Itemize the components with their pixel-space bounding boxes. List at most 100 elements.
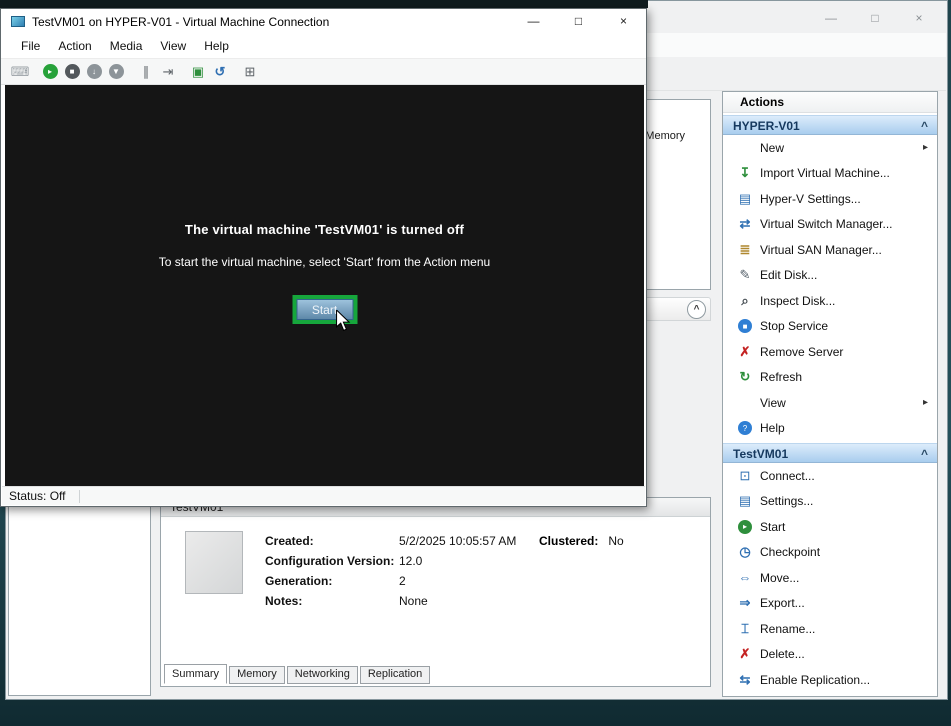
- export-action[interactable]: ⇒Export...: [723, 591, 937, 617]
- virtual-switch-icon: ⇄: [737, 216, 753, 232]
- enable-replication-action[interactable]: ⇆Enable Replication...: [723, 667, 937, 693]
- close-button[interactable]: ×: [897, 5, 941, 31]
- submenu-arrow-icon: ▸: [923, 397, 928, 408]
- detail-field: Notes:None: [265, 591, 516, 611]
- edit-disk-action[interactable]: ✎Edit Disk...: [723, 263, 937, 289]
- vm-off-message: The virtual machine 'TestVM01' is turned…: [5, 222, 644, 237]
- collapse-section-button[interactable]: ^: [687, 300, 706, 319]
- actions-group-testvm01[interactable]: TestVM01^: [723, 443, 937, 463]
- details-tabs: SummaryMemoryNetworkingReplication: [164, 664, 432, 684]
- menu-file[interactable]: File: [12, 39, 49, 53]
- virtual-san-manager-action[interactable]: ≣Virtual SAN Manager...: [723, 237, 937, 263]
- rename-action[interactable]: ⌶Rename...: [723, 616, 937, 642]
- collapse-icon: ^: [921, 116, 928, 136]
- submenu-arrow-icon: ▸: [923, 142, 928, 153]
- start-icon[interactable]: ▸: [39, 61, 61, 83]
- revert-icon[interactable]: ↺: [209, 61, 231, 83]
- import-virtual-machine-action[interactable]: ↧Import Virtual Machine...: [723, 161, 937, 187]
- vm-toolbar: ⌨ ▸■↓▼ ∥⇥ ▣↺ ⊞: [1, 58, 646, 85]
- tab-memory[interactable]: Memory: [229, 666, 285, 684]
- connect-icon: ⊡: [737, 468, 753, 484]
- tab-summary[interactable]: Summary: [164, 664, 227, 684]
- step-icon[interactable]: ⇥: [157, 61, 179, 83]
- menu-action[interactable]: Action: [49, 39, 100, 53]
- refresh-action[interactable]: ↻Refresh: [723, 365, 937, 391]
- import-icon: ↧: [737, 165, 753, 181]
- no-icon: [737, 140, 753, 156]
- connect-action[interactable]: ⊡Connect...: [723, 463, 937, 489]
- pause-icon[interactable]: ∥: [135, 61, 157, 83]
- stop-service-icon: ■: [737, 318, 753, 334]
- move-action[interactable]: ⇔Move...: [723, 565, 937, 591]
- menu-media[interactable]: Media: [101, 39, 152, 53]
- vm-details-panel: TestVM01 Created:5/2/2025 10:05:57 AMCon…: [160, 497, 711, 687]
- mouse-cursor-icon: [335, 310, 352, 332]
- remove-server-icon: ✗: [737, 344, 753, 360]
- vmconnect-app-icon: [11, 16, 25, 27]
- maximize-button[interactable]: □: [853, 5, 897, 31]
- inspect-disk-action[interactable]: ⌕Inspect Disk...: [723, 288, 937, 314]
- collapse-icon: ^: [921, 444, 928, 464]
- turn-off-icon[interactable]: ■: [61, 61, 83, 83]
- minimize-button[interactable]: —: [511, 9, 556, 34]
- new-action[interactable]: New▸: [723, 135, 937, 161]
- settings-icon: ▤: [737, 493, 753, 509]
- details-fields: Created:5/2/2025 10:05:57 AMConfiguratio…: [265, 531, 516, 611]
- checkpoint-action[interactable]: ◷Checkpoint: [723, 540, 937, 566]
- clustered-field: Clustered: No: [539, 531, 624, 551]
- move-icon: ⇔: [737, 570, 753, 586]
- ctrl-alt-del-icon[interactable]: ⌨: [9, 61, 31, 83]
- manager-window-controls: —□×: [809, 5, 941, 31]
- menu-help[interactable]: Help: [195, 39, 238, 53]
- stop-service-action[interactable]: ■Stop Service: [723, 314, 937, 340]
- window-shadow: [0, 0, 648, 8]
- vm-window-title: TestVM01 on HYPER-V01 - Virtual Machine …: [32, 15, 329, 29]
- help-icon: ?: [737, 420, 753, 436]
- vm-screen: The virtual machine 'TestVM01' is turned…: [5, 85, 644, 487]
- enhanced-session-icon[interactable]: ⊞: [239, 61, 261, 83]
- hyperv-settings-icon: ▤: [737, 191, 753, 207]
- view-action[interactable]: View▸: [723, 390, 937, 416]
- edit-disk-icon: ✎: [737, 267, 753, 283]
- remove-server-action[interactable]: ✗Remove Server: [723, 339, 937, 365]
- delete-icon: ✗: [737, 646, 753, 662]
- vm-connection-window: TestVM01 on HYPER-V01 - Virtual Machine …: [0, 8, 647, 507]
- statusbar-separator: [79, 490, 80, 503]
- refresh-icon: ↻: [737, 369, 753, 385]
- help-action[interactable]: ?Help: [723, 693, 937, 698]
- actions-group-hyper-v01[interactable]: HYPER-V01^: [723, 115, 937, 135]
- vm-window-controls: —□×: [511, 9, 646, 34]
- actions-list: HYPER-V01^New▸↧Import Virtual Machine...…: [723, 115, 937, 697]
- vm-statusbar: Status: Off: [2, 486, 645, 505]
- actions-pane-title: Actions: [723, 92, 937, 113]
- clustered-value: No: [608, 534, 623, 548]
- vm-titlebar[interactable]: TestVM01 on HYPER-V01 - Virtual Machine …: [1, 9, 646, 34]
- detail-field: Created:5/2/2025 10:05:57 AM: [265, 531, 516, 551]
- actions-pane: Actions HYPER-V01^New▸↧Import Virtual Ma…: [722, 91, 938, 697]
- hyper-v-settings-action[interactable]: ▤Hyper-V Settings...: [723, 186, 937, 212]
- rename-icon: ⌶: [737, 621, 753, 637]
- shutdown-icon[interactable]: ↓: [83, 61, 105, 83]
- maximize-button[interactable]: □: [556, 9, 601, 34]
- minimize-button[interactable]: —: [809, 5, 853, 31]
- checkpoint-icon: ◷: [737, 544, 753, 560]
- export-icon: ⇒: [737, 595, 753, 611]
- delete-action[interactable]: ✗Delete...: [723, 642, 937, 668]
- help-action[interactable]: ?Help: [723, 416, 937, 442]
- vm-status-text: Status: Off: [9, 489, 65, 503]
- vm-off-hint: To start the virtual machine, select 'St…: [5, 255, 644, 269]
- menu-view[interactable]: View: [151, 39, 195, 53]
- vm-thumbnail: [185, 531, 243, 594]
- settings-action[interactable]: ▤Settings...: [723, 489, 937, 515]
- detail-field: Generation:2: [265, 571, 516, 591]
- tab-networking[interactable]: Networking: [287, 666, 358, 684]
- detail-field: Configuration Version:12.0: [265, 551, 516, 571]
- tab-replication[interactable]: Replication: [360, 666, 430, 684]
- save-icon[interactable]: ▼: [105, 61, 127, 83]
- inspect-disk-icon: ⌕: [737, 293, 753, 309]
- checkpoint-icon[interactable]: ▣: [187, 61, 209, 83]
- start-action[interactable]: ▸Start: [723, 514, 937, 540]
- close-button[interactable]: ×: [601, 9, 646, 34]
- vm-menubar: FileActionMediaViewHelp: [1, 34, 646, 58]
- virtual-switch-manager-action[interactable]: ⇄Virtual Switch Manager...: [723, 212, 937, 238]
